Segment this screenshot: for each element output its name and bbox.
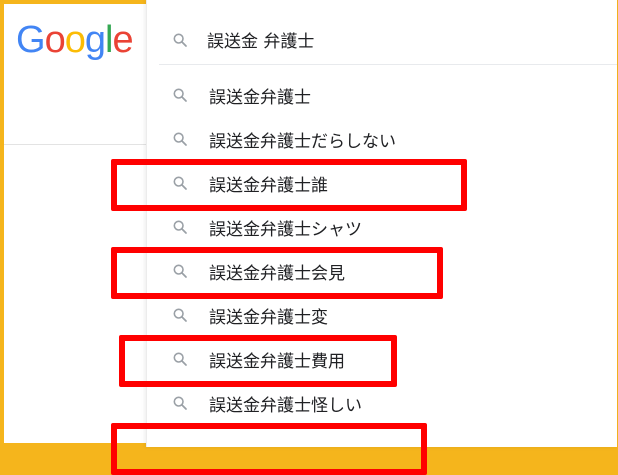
search-box[interactable] — [147, 18, 617, 62]
suggestion-item[interactable]: 誤送金弁護士シャツ — [147, 205, 617, 249]
suggestion-item[interactable]: 誤送金弁護士怪しい — [147, 381, 617, 425]
search-icon — [173, 396, 187, 410]
logo-letter: o — [44, 19, 66, 61]
suggestion-label: 誤送金弁護士誰 — [209, 176, 328, 196]
search-icon — [173, 308, 187, 322]
suggestion-item[interactable]: 誤送金弁護士費用 — [147, 337, 617, 381]
search-icon — [173, 33, 187, 47]
suggestion-item[interactable]: 誤送金弁護士だらしない — [147, 117, 617, 161]
search-input[interactable] — [207, 24, 587, 54]
header-divider — [4, 144, 154, 145]
suggestion-label: 誤送金弁護士だらしない — [209, 132, 396, 152]
search-icon — [173, 132, 187, 146]
suggestion-item[interactable]: 誤送金弁護士会見 — [147, 249, 617, 293]
search-icon — [173, 264, 187, 278]
search-icon — [173, 220, 187, 234]
suggestion-item[interactable]: 誤送金弁護士 — [147, 73, 617, 117]
search-icon — [173, 88, 187, 102]
search-icon — [173, 352, 187, 366]
logo-letter: g — [84, 19, 106, 61]
logo-letter: l — [104, 19, 114, 61]
logo-letter: G — [16, 19, 46, 61]
suggestion-label: 誤送金弁護士シャツ — [209, 220, 362, 240]
search-dropdown: 誤送金弁護士誤送金弁護士だらしない誤送金弁護士誰誤送金弁護士シャツ誤送金弁護士会… — [146, 0, 617, 447]
logo-letter: o — [64, 19, 86, 61]
google-logo[interactable]: Google — [16, 19, 134, 61]
suggestion-label: 誤送金弁護士費用 — [209, 352, 345, 372]
search-icon — [173, 176, 187, 190]
suggestion-label: 誤送金弁護士会見 — [209, 264, 345, 284]
logo-letter: e — [112, 19, 133, 61]
suggestion-label: 誤送金弁護士怪しい — [209, 396, 362, 416]
suggestion-label: 誤送金弁護士 — [209, 88, 311, 108]
suggestion-item[interactable]: 誤送金弁護士変 — [147, 293, 617, 337]
suggestion-item[interactable]: 誤送金弁護士誰 — [147, 161, 617, 205]
dropdown-separator — [159, 64, 617, 65]
suggestion-label: 誤送金弁護士変 — [209, 308, 328, 328]
